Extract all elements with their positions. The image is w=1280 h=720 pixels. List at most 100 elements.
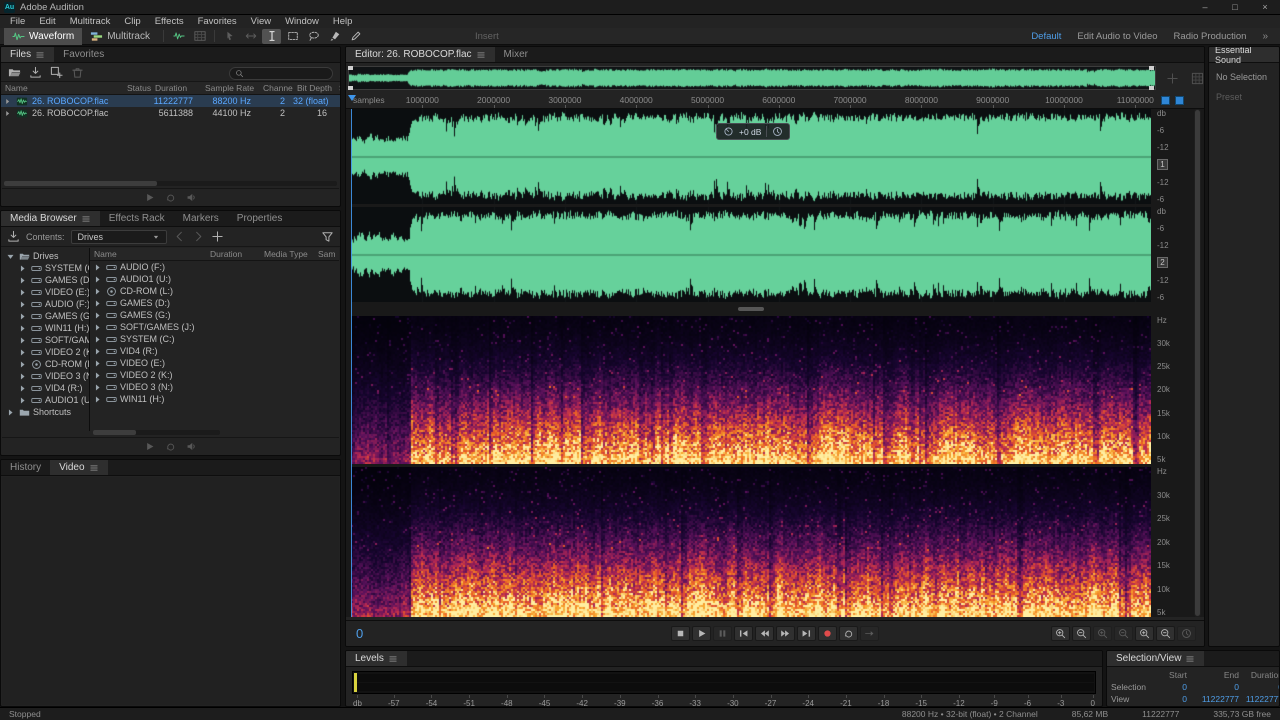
preview-play-button[interactable] [144, 192, 155, 203]
tree-item[interactable]: Drives [2, 250, 89, 262]
tab-levels[interactable]: Levels [346, 651, 407, 666]
move-tool[interactable] [220, 29, 239, 44]
zoom-out-horizontal-button[interactable] [1114, 626, 1133, 641]
slip-tool[interactable] [241, 29, 260, 44]
expand-caret-icon[interactable] [17, 323, 28, 334]
playhead[interactable] [351, 109, 352, 617]
tab-selection-view[interactable]: Selection/View [1107, 651, 1204, 666]
new-content-button[interactable] [50, 66, 63, 79]
close-button[interactable]: × [1250, 0, 1280, 15]
overview-grid-icon[interactable] [1191, 72, 1204, 85]
expand-caret-icon[interactable] [17, 299, 28, 310]
workspace-edit-audio-to-video[interactable]: Edit Audio to Video [1069, 31, 1165, 42]
tree-item[interactable]: Shortcuts [2, 406, 89, 418]
drive-row[interactable]: SYSTEM (C:) [90, 333, 339, 345]
spectrogram-channel-1[interactable] [351, 316, 1151, 464]
add-shortcut-button[interactable] [211, 230, 224, 243]
expand-caret-icon[interactable] [92, 382, 103, 393]
filter-button[interactable] [321, 230, 334, 243]
zoom-in-vertical-button[interactable] [1135, 626, 1154, 641]
drive-row[interactable]: AUDIO1 (U:) [90, 273, 339, 285]
preview-loop-button[interactable] [165, 441, 176, 452]
volume-hud[interactable]: +0 dB [716, 123, 790, 140]
tree-item[interactable]: SYSTEM (C:) [2, 262, 89, 274]
splitter-grip[interactable] [738, 307, 764, 311]
overview-left-handle[interactable] [348, 66, 353, 90]
tab-favorites[interactable]: Favorites [54, 47, 113, 62]
workspace-overflow-button[interactable]: » [1254, 31, 1276, 42]
tab-files[interactable]: Files [1, 47, 54, 62]
play-button[interactable] [692, 626, 711, 641]
marquee-selection-tool[interactable] [283, 29, 302, 44]
tree-item[interactable]: VIDEO (E:) [2, 286, 89, 298]
hud-clock-icon[interactable] [772, 126, 783, 137]
tree-item[interactable]: GAMES (G:) [2, 310, 89, 322]
waveform-channel-2[interactable] [351, 207, 1151, 302]
timeline-ruler[interactable]: samples 10000002000000300000040000005000… [346, 93, 1204, 109]
selection-start[interactable]: 0 [1155, 682, 1187, 692]
expand-caret-icon[interactable] [92, 310, 103, 321]
expand-caret-icon[interactable] [92, 394, 103, 405]
back-button[interactable] [173, 230, 186, 243]
tab-properties[interactable]: Properties [228, 211, 292, 226]
skip-to-start-button[interactable] [734, 626, 753, 641]
panel-menu-icon[interactable] [1185, 654, 1195, 664]
maximize-button[interactable]: □ [1220, 0, 1250, 15]
minimize-button[interactable]: – [1190, 0, 1220, 15]
zoom-out-button[interactable] [1072, 626, 1091, 641]
volume-knob-icon[interactable] [723, 126, 734, 137]
selection-end[interactable]: 0 [1187, 682, 1239, 692]
waveform-view-button[interactable]: Waveform [4, 28, 82, 45]
preview-loop-button[interactable] [165, 192, 176, 203]
zoom-out-vertical-button[interactable] [1156, 626, 1175, 641]
drive-row[interactable]: SOFT/GAMES (J:) [90, 321, 339, 333]
expand-caret-icon[interactable] [5, 407, 16, 418]
auto-play-button[interactable] [186, 441, 197, 452]
file-row[interactable]: 26. ROBOCOP.flac 11222777 88200 Hz 2 32 … [1, 95, 340, 107]
tree-item[interactable]: CD-ROM (L:) [2, 358, 89, 370]
tab-media-browser[interactable]: Media Browser [1, 211, 100, 226]
expand-caret-icon[interactable] [17, 311, 28, 322]
scrollbar-thumb[interactable] [4, 181, 157, 186]
spectrogram-channel-2[interactable] [351, 467, 1151, 617]
expand-caret-icon[interactable] [92, 274, 103, 285]
expand-caret-icon[interactable] [92, 286, 103, 297]
expand-caret-icon[interactable] [92, 262, 103, 273]
editor-tab[interactable]: Editor: 26. ROBOCOP.flac [346, 47, 495, 62]
expand-caret-icon[interactable] [3, 109, 12, 118]
editor-vertical-scrollbar[interactable] [1194, 109, 1201, 617]
time-selection-tool[interactable] [262, 29, 281, 44]
tree-item[interactable]: VIDEO 2 (K:) [2, 346, 89, 358]
panel-menu-icon[interactable] [476, 50, 486, 60]
menu-item[interactable]: File [3, 16, 32, 27]
view-end[interactable]: 11222777 [1187, 694, 1239, 704]
tree-item[interactable]: VID4 (R:) [2, 382, 89, 394]
zoom-in-button[interactable] [1051, 626, 1070, 641]
overview-waveform[interactable] [348, 66, 1156, 90]
tab-essential-sound[interactable]: Essential Sound [1209, 47, 1279, 62]
drive-row[interactable]: GAMES (G:) [90, 309, 339, 321]
menu-item[interactable]: Favorites [191, 16, 244, 27]
expand-caret-icon[interactable] [92, 370, 103, 381]
panel-menu-icon[interactable] [35, 50, 45, 60]
menu-item[interactable]: Multitrack [63, 16, 118, 27]
expand-caret-icon[interactable] [92, 346, 103, 357]
drive-row[interactable]: WIN11 (H:) [90, 393, 339, 405]
pause-button[interactable] [713, 626, 732, 641]
zoom-reset-button[interactable] [1177, 626, 1196, 641]
tree-item[interactable]: SOFT/GAME [2, 334, 89, 346]
paintbrush-selection-tool[interactable] [325, 29, 344, 44]
expand-caret-icon[interactable] [17, 371, 28, 382]
workspace-default[interactable]: Default [1023, 31, 1069, 42]
menu-item[interactable]: View [244, 16, 278, 27]
expand-caret-icon[interactable] [92, 298, 103, 309]
expand-caret-icon[interactable] [17, 275, 28, 286]
tree-item[interactable]: VIDEO 3 (N:) [2, 370, 89, 382]
drive-row[interactable]: AUDIO (F:) [90, 261, 339, 273]
files-horizontal-scrollbar[interactable] [4, 181, 337, 186]
menu-item[interactable]: Clip [117, 16, 147, 27]
file-search-input[interactable] [229, 67, 333, 80]
file-row[interactable]: 26. ROBOCOP.flac 5611388 44100 Hz 2 16 [1, 107, 340, 119]
selection-duration[interactable]: 0 [1239, 682, 1280, 692]
workspace-radio-production[interactable]: Radio Production [1166, 31, 1255, 42]
